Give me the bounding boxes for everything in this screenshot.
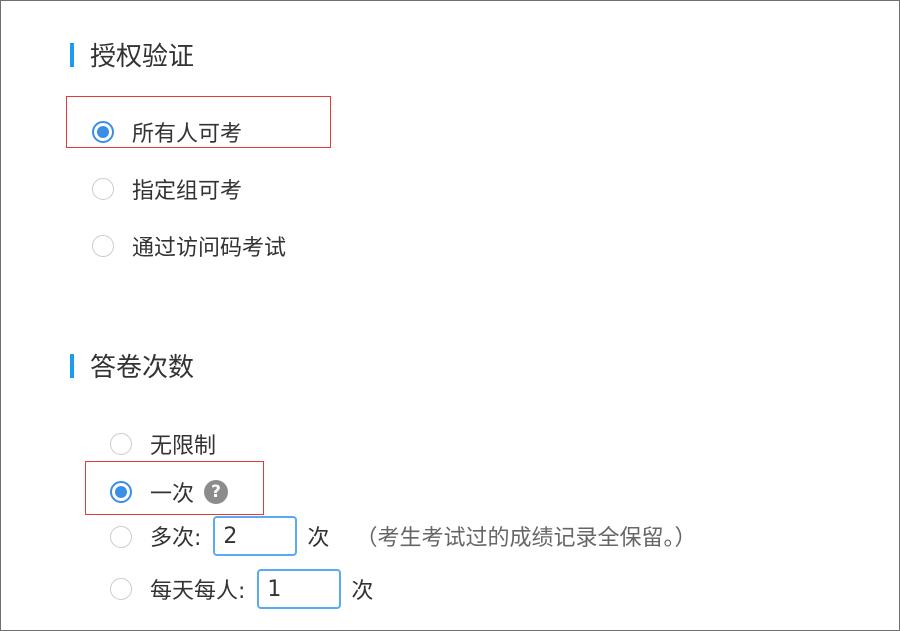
daily-count-input[interactable]: [257, 569, 342, 609]
auth-title-text: 授权验证: [90, 42, 195, 72]
radio-button-checked[interactable]: [92, 121, 114, 143]
radio-label-daily: 每天每人:: [150, 579, 246, 604]
radio-label-multiple: 多次:: [150, 526, 202, 551]
radio-label-unlimited: 无限制: [150, 434, 217, 459]
radio-option-all[interactable]: 所有人可考: [92, 116, 242, 148]
radio-button[interactable]: [92, 178, 114, 200]
radio-label-group: 指定组可考: [132, 179, 243, 204]
daily-unit-label: 次: [351, 579, 374, 604]
radio-label-all: 所有人可考: [132, 122, 243, 147]
radio-option-daily[interactable]: 每天每人: 次: [110, 569, 373, 609]
multiple-unit-label: 次: [307, 526, 330, 551]
radio-button[interactable]: [110, 526, 132, 548]
radio-option-multiple[interactable]: 多次: 次 （考生考试过的成绩记录全保留。）: [110, 516, 696, 556]
attempts-title-text: 答卷次数: [90, 353, 195, 383]
radio-button[interactable]: [92, 235, 114, 257]
radio-option-access-code[interactable]: 通过访问码考试: [92, 230, 286, 262]
title-accent-bar: [70, 353, 74, 378]
attempts-section-title: 答卷次数: [70, 347, 194, 384]
radio-label-once: 一次: [150, 482, 195, 507]
radio-option-once[interactable]: 一次 ?: [110, 476, 229, 508]
radio-button[interactable]: [110, 433, 132, 455]
multiple-count-input[interactable]: [213, 516, 298, 556]
radio-button[interactable]: [110, 578, 132, 600]
title-accent-bar: [70, 42, 74, 67]
auth-section-title: 授权验证: [70, 36, 194, 73]
multiple-note: （考生考试过的成绩记录全保留。）: [355, 526, 697, 551]
radio-label-access-code: 通过访问码考试: [132, 236, 287, 261]
radio-option-group[interactable]: 指定组可考: [92, 173, 242, 205]
radio-option-unlimited[interactable]: 无限制: [110, 428, 216, 460]
help-icon[interactable]: ?: [204, 480, 229, 504]
radio-button-checked[interactable]: [110, 481, 132, 503]
